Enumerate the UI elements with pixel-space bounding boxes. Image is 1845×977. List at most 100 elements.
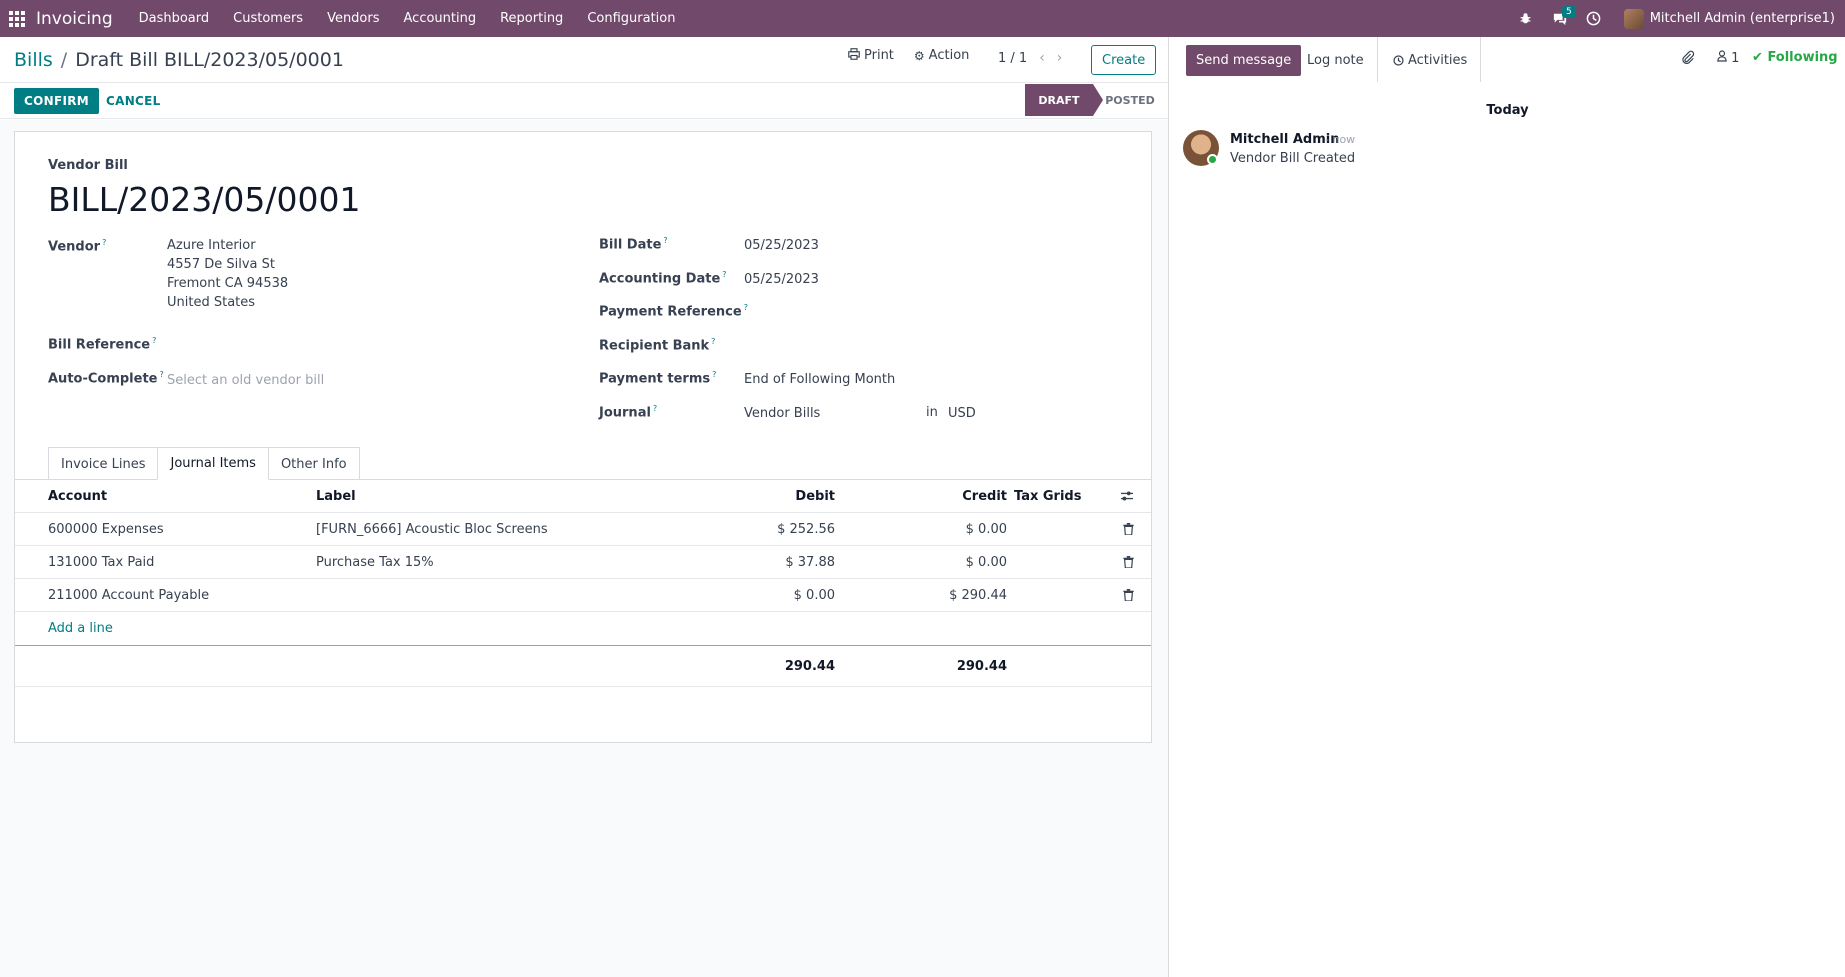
chatter-divider [1377, 37, 1378, 82]
column-credit[interactable]: Credit [855, 480, 1007, 512]
apps-menu-icon[interactable] [0, 0, 34, 37]
control-panel: Bills / Draft Bill BILL/2023/05/0001 Pri… [0, 37, 1168, 83]
menu-reporting[interactable]: Reporting [488, 0, 575, 37]
chatter-panel: Send message Log note Activities 1 ✔ Fol… [1168, 37, 1845, 977]
bill-reference-label: Bill Reference? [48, 336, 157, 353]
accounting-date-input[interactable]: 05/25/2023 [744, 270, 819, 289]
menu-accounting[interactable]: Accounting [392, 0, 489, 37]
record-actions: Print ⚙ Action [848, 48, 989, 63]
vendor-name: Azure Interior [167, 238, 256, 253]
column-debit[interactable]: Debit [655, 480, 835, 512]
pager-value[interactable]: 1 / 1 [998, 51, 1027, 66]
action-button[interactable]: ⚙ Action [914, 48, 969, 63]
payment-reference-label: Payment Reference? [599, 303, 748, 320]
paperclip-icon[interactable] [1681, 50, 1695, 69]
cancel-button[interactable]: CANCEL [106, 88, 161, 114]
activities-button[interactable]: Activities [1393, 45, 1467, 76]
bill-date-input[interactable]: 05/25/2023 [744, 236, 819, 255]
menu-configuration[interactable]: Configuration [575, 0, 687, 37]
payment-reference-input[interactable] [744, 302, 1134, 322]
auto-complete-help-icon[interactable]: ? [159, 370, 163, 379]
row-account: 211000 Account Payable [48, 587, 210, 603]
pager-next-icon[interactable]: › [1057, 50, 1063, 66]
main-menu: Dashboard Customers Vendors Accounting R… [127, 0, 688, 37]
payment-terms-label: Payment terms? [599, 370, 717, 387]
document-type: Vendor Bill [48, 158, 128, 173]
payment-terms-help-icon[interactable]: ? [712, 370, 716, 379]
app-brand[interactable]: Invoicing [36, 9, 113, 29]
send-message-button[interactable]: Send message [1186, 45, 1302, 76]
total-debit: 290.44 [784, 658, 835, 674]
column-settings-icon[interactable] [1120, 480, 1134, 512]
notebook-tabs: Invoice Lines Journal Items Other Info [48, 447, 360, 480]
bill-date-help-icon[interactable]: ? [663, 236, 667, 245]
vendor-label: Vendor? [48, 238, 107, 255]
clock-icon[interactable] [1580, 0, 1608, 37]
table-header: Account Label Debit Credit Tax Grids [15, 480, 1151, 513]
followers-button[interactable]: 1 [1717, 50, 1739, 66]
print-button[interactable]: Print [848, 48, 894, 63]
auto-complete-label: Auto-Complete? [48, 370, 164, 387]
accounting-date-help-icon[interactable]: ? [722, 270, 726, 279]
journal-input[interactable]: Vendor Bills [744, 404, 820, 423]
breadcrumb-bills[interactable]: Bills [14, 49, 53, 71]
table-row[interactable]: 600000 Expenses [FURN_6666] Acoustic Blo… [15, 513, 1151, 546]
message-author[interactable]: Mitchell Admin [1230, 132, 1339, 147]
following-button[interactable]: ✔ Following [1752, 50, 1838, 65]
breadcrumb: Bills / Draft Bill BILL/2023/05/0001 [14, 49, 344, 71]
check-icon: ✔ [1752, 50, 1763, 65]
log-note-button[interactable]: Log note [1307, 45, 1364, 76]
column-label[interactable]: Label [316, 480, 356, 512]
trash-icon[interactable] [1123, 546, 1134, 578]
activities-label: Activities [1408, 53, 1468, 68]
tab-journal-items[interactable]: Journal Items [157, 447, 269, 480]
online-status-icon [1207, 154, 1218, 165]
table-row[interactable]: 211000 Account Payable $ 0.00 $ 290.44 [15, 579, 1151, 612]
messages-badge: 5 [1561, 6, 1576, 18]
confirm-button[interactable]: CONFIRM [14, 88, 99, 114]
menu-customers[interactable]: Customers [221, 0, 315, 37]
user-menu[interactable]: Mitchell Admin (enterprise1) [1650, 11, 1835, 26]
bug-icon[interactable] [1512, 0, 1540, 37]
pager-prev-icon[interactable]: ‹ [1039, 50, 1045, 66]
form-statusbar: CONFIRM CANCEL DRAFT POSTED [0, 83, 1168, 119]
chatter-divider [1480, 37, 1481, 82]
trash-icon[interactable] [1123, 513, 1134, 545]
trash-icon[interactable] [1123, 579, 1134, 611]
recipient-bank-input[interactable] [744, 336, 1134, 356]
message-time: - now [1325, 133, 1356, 146]
recipient-bank-help-icon[interactable]: ? [711, 337, 715, 346]
journal-label: Journal? [599, 404, 658, 421]
column-account[interactable]: Account [48, 480, 107, 512]
column-tax-grids[interactable]: Tax Grids [1014, 480, 1081, 512]
vendor-city: Fremont CA 94538 [167, 276, 289, 291]
stage-posted[interactable]: POSTED [1100, 84, 1160, 116]
gear-icon: ⚙ [913, 48, 925, 63]
tab-other-info[interactable]: Other Info [267, 447, 360, 480]
row-label: [FURN_6666] Acoustic Bloc Screens [316, 521, 548, 537]
auto-complete-input[interactable]: Select an old vendor bill [167, 371, 324, 390]
journal-in-text: in [926, 405, 938, 420]
row-credit: $ 290.44 [949, 587, 1007, 603]
user-avatar[interactable] [1623, 8, 1644, 29]
following-label: Following [1767, 50, 1838, 65]
currency-input[interactable]: USD [948, 404, 976, 423]
bill-reference-input[interactable] [167, 334, 547, 354]
stage-draft[interactable]: DRAFT [1025, 84, 1103, 116]
vendor-help-icon[interactable]: ? [102, 238, 106, 247]
payment-terms-input[interactable]: End of Following Month [744, 370, 895, 389]
vendor-field[interactable]: Azure Interior 4557 De Silva St Fremont … [167, 236, 288, 312]
messages-icon[interactable]: 5 [1546, 0, 1576, 37]
message-body: Vendor Bill Created [1230, 151, 1356, 166]
bill-reference-help-icon[interactable]: ? [152, 336, 156, 345]
row-label: Purchase Tax 15% [316, 554, 434, 570]
menu-vendors[interactable]: Vendors [315, 0, 391, 37]
tab-invoice-lines[interactable]: Invoice Lines [48, 447, 159, 480]
table-row[interactable]: 131000 Tax Paid Purchase Tax 15% $ 37.88… [15, 546, 1151, 579]
breadcrumb-current: Draft Bill BILL/2023/05/0001 [75, 49, 344, 71]
bill-number-title: BILL/2023/05/0001 [48, 180, 361, 219]
create-button[interactable]: Create [1091, 45, 1157, 75]
add-line-link[interactable]: Add a line [48, 612, 113, 645]
journal-help-icon[interactable]: ? [653, 404, 657, 413]
menu-dashboard[interactable]: Dashboard [127, 0, 222, 37]
